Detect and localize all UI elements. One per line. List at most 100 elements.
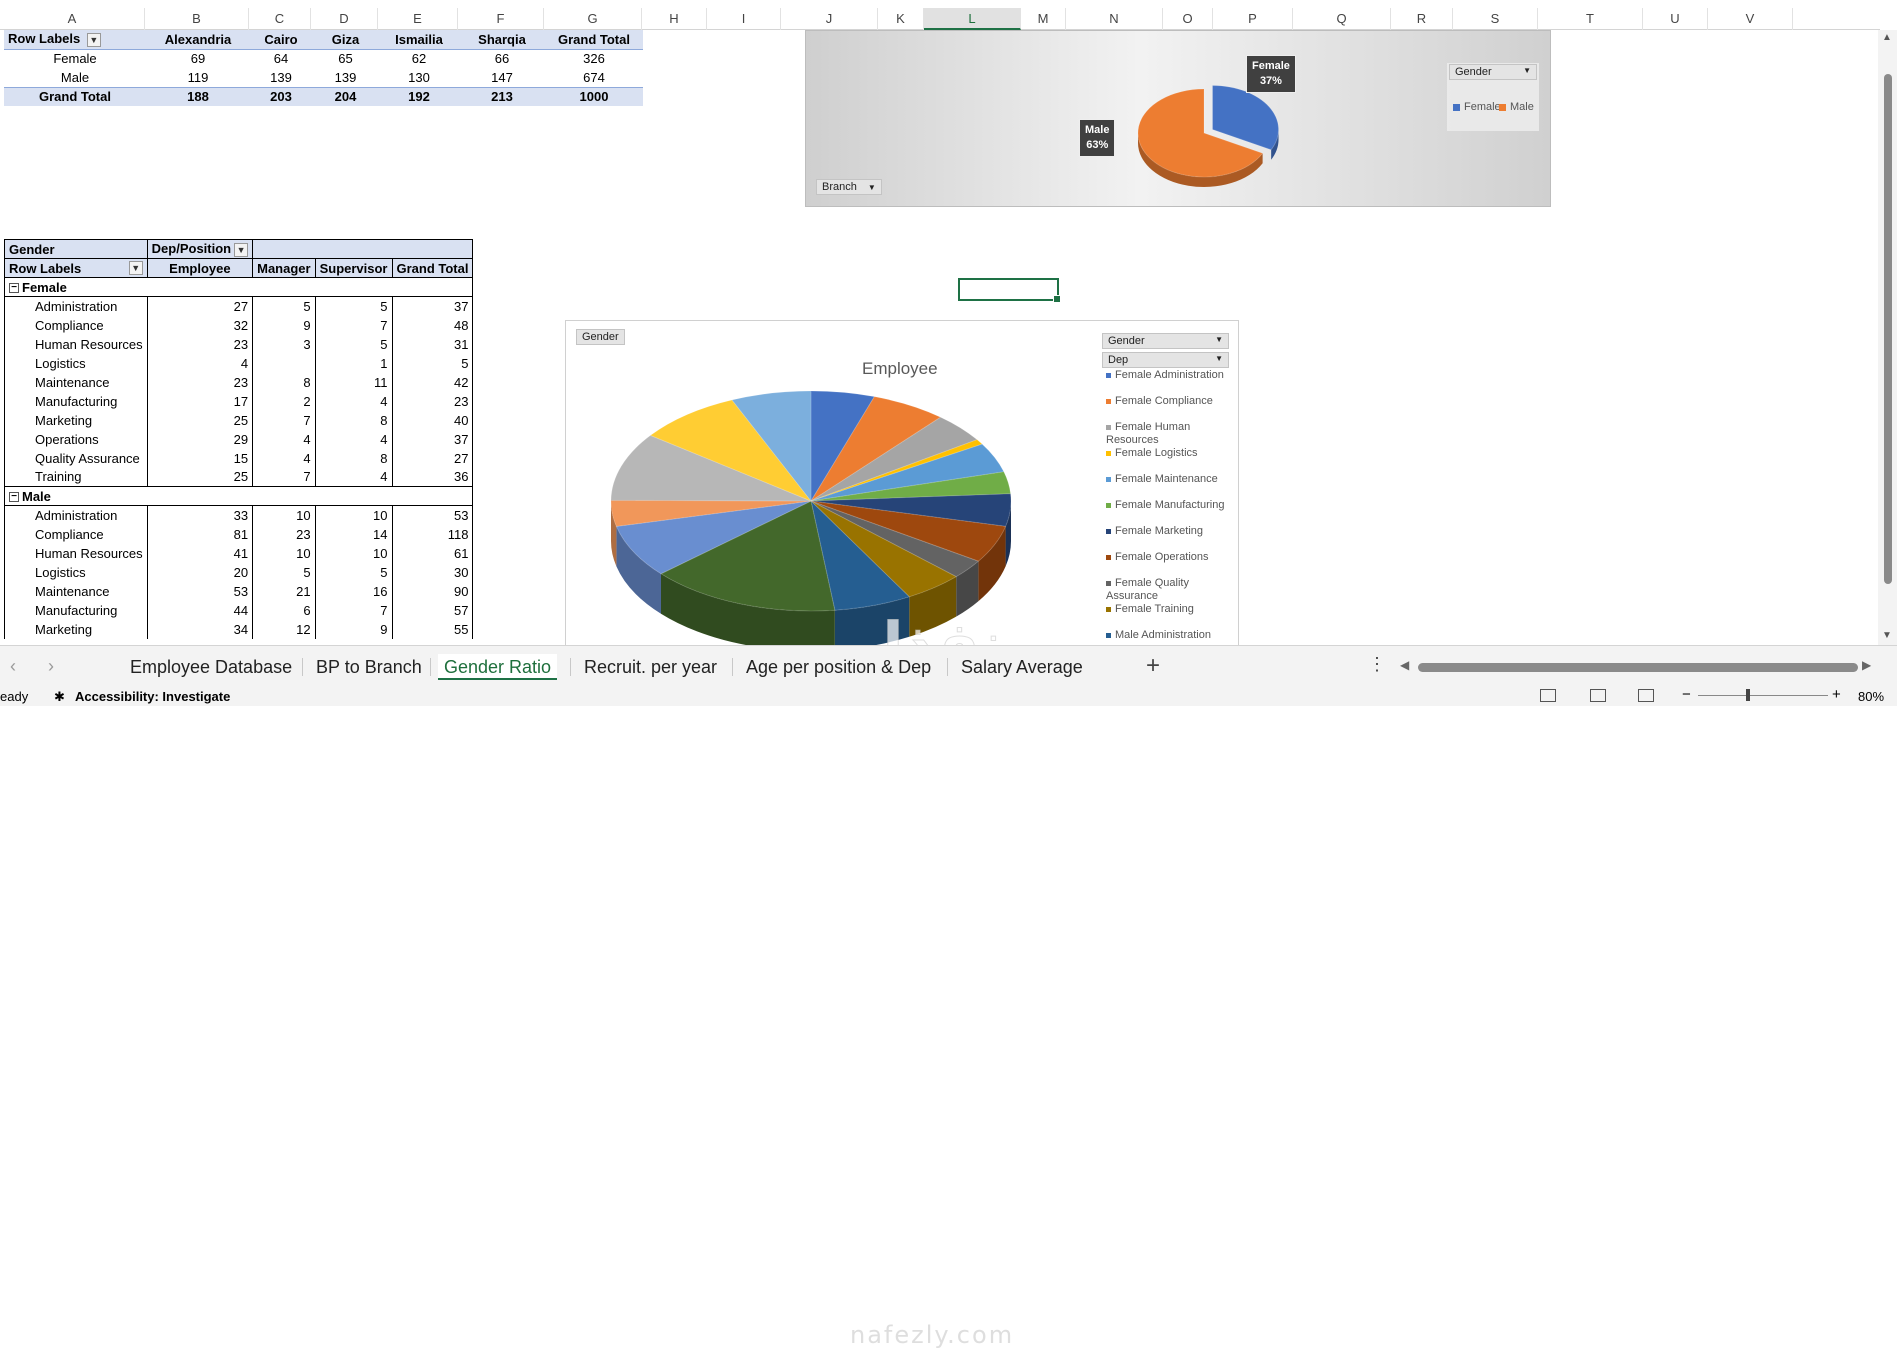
- scroll-left-icon[interactable]: ◀: [1400, 658, 1409, 672]
- column-header[interactable]: M: [1021, 8, 1066, 30]
- cell[interactable]: 139: [312, 68, 379, 87]
- worksheet-grid[interactable]: Row Labels ▼ Alexandria Cairo Giza Ismai…: [0, 30, 1875, 645]
- cell[interactable]: 65: [312, 49, 379, 68]
- row-labels-header[interactable]: Row Labels ▼: [4, 258, 148, 278]
- collapse-icon[interactable]: −: [9, 492, 19, 503]
- cell[interactable]: 57: [391, 600, 474, 620]
- scroll-down-icon[interactable]: ▼: [1882, 630, 1892, 641]
- legend-item[interactable]: Male Administration: [1106, 629, 1234, 642]
- row-label[interactable]: Manufacturing: [4, 391, 148, 411]
- cell[interactable]: 36: [391, 467, 474, 487]
- cell[interactable]: 30: [391, 562, 474, 582]
- vertical-scroll-thumb[interactable]: [1884, 74, 1892, 584]
- row-label[interactable]: Compliance: [4, 315, 148, 335]
- cell[interactable]: 7: [252, 410, 316, 430]
- gender-pie-chart[interactable]: Female 37% Male 63% Gender ▼ Female Male…: [805, 30, 1551, 207]
- cell[interactable]: 5: [252, 562, 316, 582]
- cell[interactable]: 8: [314, 448, 393, 468]
- add-sheet-icon[interactable]: +: [1146, 652, 1160, 680]
- cell[interactable]: 48: [391, 315, 474, 335]
- row-label[interactable]: Training: [4, 467, 148, 487]
- cell[interactable]: 4: [314, 391, 393, 411]
- cell[interactable]: 53: [146, 581, 254, 601]
- cell[interactable]: 17: [146, 391, 254, 411]
- cell[interactable]: 139: [250, 68, 312, 87]
- zoom-out-icon[interactable]: −: [1682, 686, 1691, 703]
- column-header[interactable]: T: [1538, 8, 1643, 30]
- row-label[interactable]: Maintenance: [4, 372, 148, 392]
- cell[interactable]: 32: [146, 315, 254, 335]
- accessibility-icon[interactable]: ✱: [54, 689, 65, 705]
- female-data-label[interactable]: Female 37%: [1246, 55, 1296, 93]
- row-label[interactable]: Human Resources: [4, 334, 148, 354]
- cell[interactable]: 192: [379, 86, 459, 106]
- cell[interactable]: 23: [252, 524, 316, 544]
- cell[interactable]: 41: [146, 543, 254, 563]
- zoom-slider-thumb[interactable]: [1746, 689, 1750, 701]
- legend-female[interactable]: Female: [1453, 101, 1501, 113]
- cell[interactable]: 27: [391, 448, 474, 468]
- legend-item[interactable]: Female Manufacturing: [1106, 499, 1234, 512]
- prev-sheet-icon[interactable]: ‹: [10, 656, 16, 677]
- cell[interactable]: 69: [146, 49, 250, 68]
- horizontal-scrollbar[interactable]: ◀ ▶: [1400, 658, 1871, 674]
- cell[interactable]: 4: [314, 429, 393, 449]
- cell[interactable]: 21: [252, 581, 316, 601]
- column-header[interactable]: H: [642, 8, 707, 30]
- cell[interactable]: 5: [314, 334, 393, 354]
- cell[interactable]: 12: [252, 619, 316, 639]
- column-header[interactable]: L: [924, 8, 1021, 30]
- row-labels-header[interactable]: Row Labels ▼: [4, 30, 146, 50]
- cell[interactable]: 10: [252, 543, 316, 563]
- legend-item[interactable]: Female Logistics: [1106, 447, 1234, 460]
- col-header[interactable]: Supervisor: [314, 258, 393, 278]
- cell[interactable]: 4: [252, 448, 316, 468]
- cell[interactable]: 1000: [545, 86, 643, 106]
- column-header[interactable]: S: [1453, 8, 1538, 30]
- cell[interactable]: 37: [391, 429, 474, 449]
- zoom-level[interactable]: 80%: [1858, 689, 1884, 704]
- horizontal-scroll-thumb[interactable]: [1418, 663, 1858, 672]
- cell[interactable]: 5: [314, 296, 393, 316]
- cell[interactable]: 2: [252, 391, 316, 411]
- employee-pie-chart[interactable]: Gender Employee Gender ▼ Dep ▼ Female Ad…: [565, 320, 1239, 645]
- column-field-header[interactable]: Dep/Position ▼: [146, 239, 254, 259]
- cell[interactable]: 14: [314, 524, 393, 544]
- zoom-slider[interactable]: [1698, 695, 1828, 696]
- cell[interactable]: 10: [252, 505, 316, 525]
- cell[interactable]: 5: [391, 353, 474, 373]
- cell[interactable]: 7: [252, 467, 316, 487]
- col-header[interactable]: Manager: [252, 258, 316, 278]
- cell[interactable]: 11: [314, 372, 393, 392]
- column-header[interactable]: D: [311, 8, 378, 30]
- legend-item[interactable]: Female Compliance: [1106, 395, 1234, 408]
- column-header[interactable]: C: [249, 8, 311, 30]
- cell[interactable]: 23: [146, 334, 254, 354]
- row-label[interactable]: Maintenance: [4, 581, 148, 601]
- row-label[interactable]: Male: [4, 68, 146, 87]
- row-label[interactable]: Compliance: [4, 524, 148, 544]
- column-header[interactable]: E: [378, 8, 458, 30]
- cell[interactable]: 16: [314, 581, 393, 601]
- cell[interactable]: [252, 353, 316, 373]
- page-break-view-icon[interactable]: [1638, 689, 1654, 702]
- sheet-tab[interactable]: Recruit. per year: [578, 654, 723, 680]
- sheet-tab[interactable]: Gender Ratio: [438, 654, 558, 680]
- cell[interactable]: 188: [146, 86, 250, 106]
- legend-item[interactable]: Female Operations: [1106, 551, 1234, 564]
- cell[interactable]: 37: [391, 296, 474, 316]
- row-label[interactable]: Marketing: [4, 410, 148, 430]
- normal-view-icon[interactable]: [1540, 689, 1556, 702]
- next-sheet-icon[interactable]: ›: [48, 656, 54, 677]
- empty-header[interactable]: [252, 239, 474, 259]
- row-label[interactable]: Administration: [4, 296, 148, 316]
- filter-label[interactable]: Gender: [4, 239, 148, 259]
- legend-item[interactable]: Female Maintenance: [1106, 473, 1234, 486]
- row-label[interactable]: Administration: [4, 505, 148, 525]
- legend-item[interactable]: Female Human Resources: [1106, 421, 1234, 447]
- cell[interactable]: 23: [146, 372, 254, 392]
- row-label[interactable]: Operations: [4, 429, 148, 449]
- cell[interactable]: 203: [250, 86, 312, 106]
- active-cell-selection[interactable]: [958, 278, 1061, 303]
- cell[interactable]: 10: [314, 505, 393, 525]
